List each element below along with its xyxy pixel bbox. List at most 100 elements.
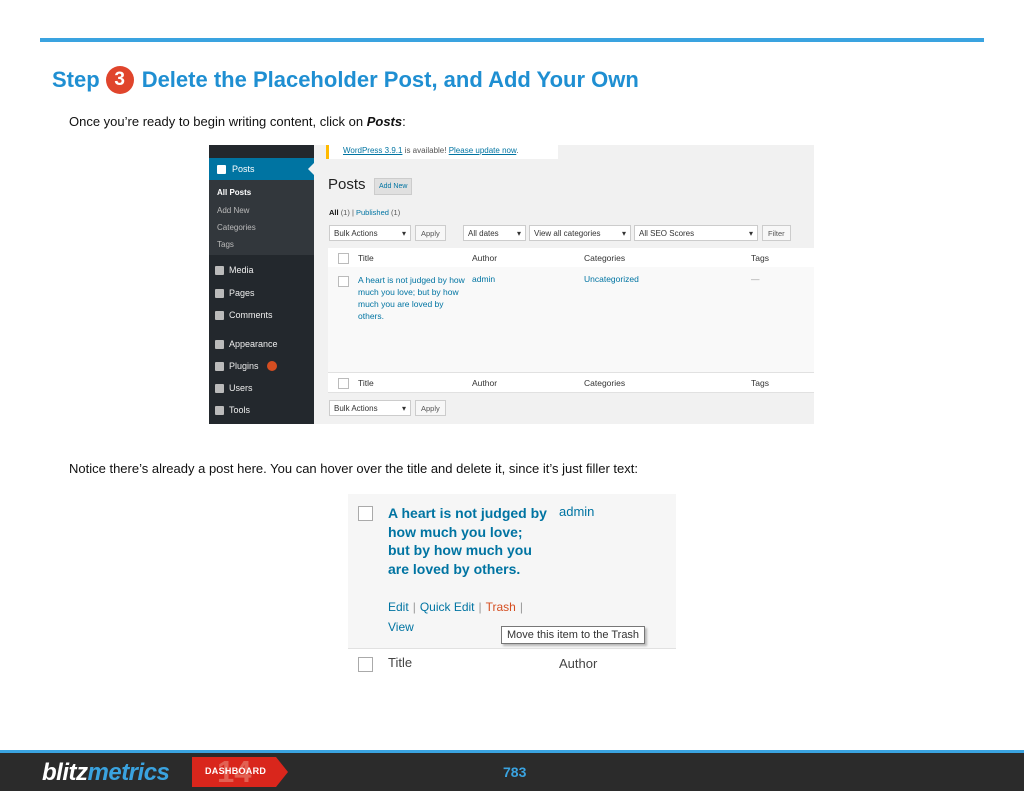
- notice-text: is available!: [402, 146, 449, 155]
- dashboard-tag: 14 DASHBOARD: [192, 754, 288, 789]
- users-icon: [215, 383, 224, 393]
- trash-tooltip: Move this item to the Trash: [501, 626, 646, 644]
- wp-admin-sidebar: Posts All Posts Add New Categories Tags …: [209, 145, 314, 424]
- row-checkbox[interactable]: [338, 276, 349, 287]
- tag-text: DASHBOARD: [205, 766, 267, 776]
- posts-table: Title Author Categories Tags A heart is …: [328, 248, 814, 393]
- column-tags: Tags: [751, 253, 769, 263]
- logo-part-1: blitz: [42, 759, 88, 786]
- post-title-link[interactable]: A heart is not judged by how much you lo…: [388, 504, 548, 578]
- row-checkbox[interactable]: [358, 506, 373, 521]
- sidebar-item-comments[interactable]: Comments: [215, 310, 273, 320]
- step-word: Step: [52, 67, 100, 92]
- sidebar-item-posts[interactable]: Posts: [209, 158, 314, 180]
- media-icon: [215, 265, 224, 275]
- zoomed-post-row: A heart is not judged by how much you lo…: [348, 494, 676, 678]
- bulk-actions-select-bottom[interactable]: Bulk Actions: [329, 400, 411, 417]
- sidebar-item-plugins[interactable]: Plugins: [215, 361, 277, 371]
- apply-button-bottom[interactable]: Apply: [415, 400, 446, 416]
- bulk-actions-select[interactable]: Bulk Actions: [329, 225, 411, 242]
- submenu-tags[interactable]: Tags: [217, 240, 234, 249]
- post-author-link[interactable]: admin: [559, 504, 594, 519]
- page-heading: Step 3 Delete the Placeholder Post, and …: [52, 64, 639, 96]
- filter-published[interactable]: Published: [356, 208, 389, 217]
- view-link[interactable]: View: [388, 620, 414, 634]
- select-all-checkbox-bottom[interactable]: [338, 378, 349, 389]
- action-separator: |: [519, 600, 523, 614]
- sidebar-item-tools[interactable]: Tools: [215, 405, 250, 415]
- comments-icon: [215, 310, 224, 320]
- posts-submenu: All Posts Add New Categories Tags: [209, 180, 314, 255]
- sidebar-item-label: Appearance: [229, 339, 278, 349]
- notice-period: .: [516, 146, 519, 155]
- submenu-all-posts[interactable]: All Posts: [217, 188, 251, 197]
- plugins-update-badge: [266, 361, 277, 371]
- filter-published-count: (1): [391, 208, 401, 217]
- post-status-filters: All (1) | Published (1): [329, 208, 400, 217]
- plugins-icon: [215, 361, 224, 371]
- version-link[interactable]: WordPress 3.9.1: [343, 146, 402, 155]
- select-all-checkbox[interactable]: [358, 657, 373, 672]
- sidebar-item-users[interactable]: Users: [215, 383, 253, 393]
- submenu-categories[interactable]: Categories: [217, 223, 256, 232]
- appearance-icon: [215, 339, 224, 349]
- column-tags: Tags: [751, 378, 769, 388]
- column-author: Author: [559, 656, 598, 671]
- table-footer: Title Author: [348, 648, 676, 678]
- pin-icon: [217, 164, 226, 174]
- sidebar-item-label: Plugins: [229, 361, 259, 371]
- notice-paragraph: Notice there’s already a post here. You …: [69, 461, 638, 476]
- column-author: Author: [472, 378, 498, 388]
- page-footer: blitzmetrics 14 DASHBOARD 783: [0, 750, 1024, 791]
- sidebar-item-pages[interactable]: Pages: [215, 288, 255, 298]
- table-row: A heart is not judged by how much you lo…: [328, 267, 814, 370]
- column-title[interactable]: Title: [358, 253, 374, 263]
- posts-title: Posts: [328, 176, 366, 193]
- apply-button[interactable]: Apply: [415, 225, 446, 241]
- column-categories: Categories: [584, 378, 626, 388]
- column-categories: Categories: [584, 253, 626, 263]
- intro-tail: :: [402, 114, 406, 129]
- column-title[interactable]: Title: [358, 378, 374, 388]
- trash-link[interactable]: Trash: [486, 600, 516, 614]
- select-all-checkbox[interactable]: [338, 253, 349, 264]
- action-separator: |: [412, 600, 416, 614]
- top-rule: [40, 38, 984, 42]
- filter-button[interactable]: Filter: [762, 225, 791, 241]
- column-author: Author: [472, 253, 498, 263]
- edit-link[interactable]: Edit: [388, 600, 409, 614]
- intro-paragraph: Once you’re ready to begin writing conte…: [69, 114, 406, 129]
- heading-title: Delete the Placeholder Post, and Add You…: [141, 67, 639, 92]
- tools-icon: [215, 405, 224, 415]
- intro-text: Once you’re ready to begin writing conte…: [69, 114, 367, 129]
- intro-emphasis: Posts: [366, 114, 403, 129]
- sidebar-item-label: Posts: [232, 164, 255, 174]
- logo-part-2: metrics: [87, 759, 170, 786]
- blitzmetrics-logo: blitzmetrics: [42, 759, 170, 787]
- sidebar-item-media[interactable]: Media: [215, 265, 254, 275]
- post-title-link[interactable]: A heart is not judged by how much you lo…: [358, 274, 468, 322]
- sidebar-item-appearance[interactable]: Appearance: [215, 339, 278, 349]
- post-tags: —: [751, 274, 760, 284]
- row-actions: Edit | Quick Edit | Trash |: [388, 600, 527, 614]
- filter-all-count: (1): [340, 208, 350, 217]
- step-number-badge: 3: [105, 66, 134, 94]
- sidebar-item-label: Tools: [229, 405, 251, 415]
- action-separator: |: [478, 600, 482, 614]
- sidebar-item-label: Users: [229, 383, 253, 393]
- sidebar-item-label: Media: [229, 265, 254, 275]
- update-notice: WordPress 3.9.1 is available! Please upd…: [326, 145, 558, 159]
- post-author-link[interactable]: admin: [472, 274, 495, 284]
- categories-select[interactable]: View all categories: [529, 225, 631, 242]
- dates-select[interactable]: All dates: [463, 225, 526, 242]
- update-now-link[interactable]: Please update now: [449, 146, 517, 155]
- add-new-button[interactable]: Add New: [374, 178, 413, 195]
- sidebar-item-label: Comments: [229, 310, 273, 320]
- post-category-link[interactable]: Uncategorized: [584, 274, 639, 284]
- sidebar-item-label: Pages: [229, 288, 255, 298]
- seo-scores-select[interactable]: All SEO Scores: [634, 225, 758, 242]
- column-title[interactable]: Title: [388, 655, 412, 670]
- filter-all[interactable]: All: [329, 208, 339, 217]
- submenu-add-new[interactable]: Add New: [217, 206, 249, 215]
- quick-edit-link[interactable]: Quick Edit: [420, 600, 475, 614]
